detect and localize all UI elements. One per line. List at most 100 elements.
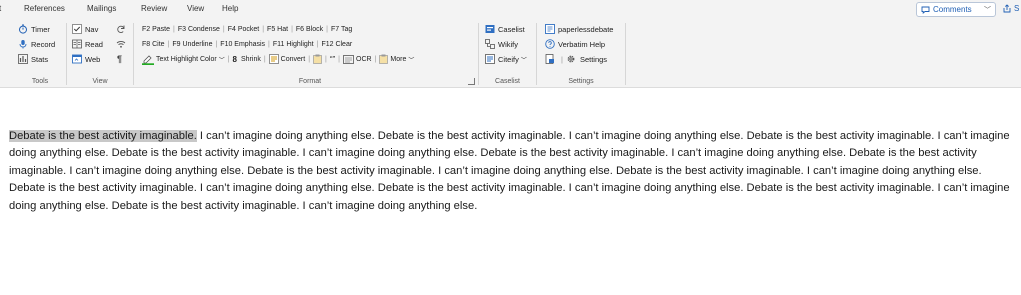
format-shortcuts-row-1: F2 Paste | F3 Condense | F4 Pocket | F5 Hat… (142, 25, 353, 33)
paste-button[interactable]: F2 Paste (142, 26, 170, 33)
timer-label: Timer (31, 24, 50, 34)
web-label: Web (85, 54, 101, 64)
read-icon (71, 39, 82, 50)
nav-button[interactable]: Nav (71, 23, 98, 35)
ocr-label: OCR (356, 55, 372, 63)
dialog-launcher-icon[interactable] (468, 78, 475, 85)
wifi-button[interactable] (115, 38, 129, 50)
wikify-label: Wikify (498, 39, 518, 49)
format-group: F2 Paste | F3 Condense | F4 Pocket | F5 Hat… (142, 20, 478, 88)
group-divider (625, 23, 626, 85)
verbatim-help-button[interactable]: Verbatim Help (544, 38, 605, 50)
stats-button[interactable]: Stats (17, 53, 48, 65)
tab-view[interactable]: View (187, 4, 204, 13)
timer-button[interactable]: Timer (17, 23, 50, 35)
read-label: Read (85, 39, 103, 49)
caselist-icon (484, 24, 495, 35)
settings-group-label: Settings (568, 78, 594, 85)
refresh-button[interactable] (115, 23, 129, 35)
web-button[interactable]: Web (71, 53, 100, 65)
group-divider (133, 23, 134, 85)
ocr-button[interactable]: OCR (343, 54, 372, 64)
wikify-button[interactable]: Wikify (484, 38, 518, 50)
settings-label: Settings (579, 54, 608, 64)
convert-button[interactable]: Convert (268, 54, 306, 64)
comments-button[interactable]: Comments ﹀ (916, 2, 996, 17)
checkbox-icon (71, 24, 82, 35)
format-group-label: Format (298, 78, 322, 85)
tools-group: Timer Record Stats Tools (14, 20, 66, 88)
pocket-button[interactable]: F4 Pocket (228, 26, 260, 33)
caselist-label: Caselist (498, 24, 525, 34)
verbatim-help-label: Verbatim Help (558, 39, 606, 49)
convert-label: Convert (280, 55, 306, 63)
citeify-icon (484, 54, 495, 65)
more-button[interactable]: More ﹀ (379, 54, 414, 64)
shrink-key: 8 (232, 54, 237, 64)
paperlessdebate-button[interactable]: paperlessdebate (544, 23, 613, 35)
tab-review[interactable]: Review (141, 4, 167, 13)
highlighted-text: Debate is the best activity imaginable. (9, 130, 197, 142)
paperlessdebate-icon (544, 24, 555, 35)
tag-button[interactable]: F7 Tag (331, 26, 352, 33)
condense-button[interactable]: F3 Condense (178, 26, 220, 33)
view-group: Nav Read Web ¶ View (67, 20, 133, 88)
settings-button[interactable]: | Settings (544, 53, 607, 65)
chevron-down-icon: ﹀ (520, 57, 527, 64)
cite-button[interactable]: F8 Cite (142, 41, 165, 48)
read-button[interactable]: Read (71, 38, 103, 50)
citeify-button[interactable]: Citeify ﹀ (484, 53, 527, 65)
settings-divider: | (561, 54, 563, 64)
tab-mailings[interactable]: Mailings (87, 4, 116, 13)
chevron-down-icon[interactable]: ﹀ (984, 5, 991, 15)
quote-button[interactable]: “” (330, 55, 335, 64)
clipboard-icon (379, 54, 389, 64)
clear-button[interactable]: F12 Clear (321, 41, 352, 48)
paste-special-icon[interactable] (313, 54, 322, 64)
highlight-button[interactable]: F11 Highlight (273, 41, 314, 48)
settings-group: paperlessdebate Verbatim Help | Settings… (537, 20, 625, 88)
stopwatch-icon (17, 24, 28, 35)
hat-button[interactable]: F5 Hat (267, 26, 288, 33)
chevron-down-icon: ﹀ (408, 57, 415, 64)
tools-group-label: Tools (31, 78, 49, 85)
tab-help[interactable]: Help (222, 4, 238, 13)
share-button[interactable]: S (1003, 4, 1019, 13)
text-highlight-color-button[interactable]: Text Highlight Color ﹀ (142, 54, 225, 65)
shrink-button[interactable]: 8 Shrink (233, 55, 261, 64)
text-highlight-color-label: Text Highlight Color (156, 55, 217, 63)
wifi-icon (115, 39, 126, 50)
more-label: More (390, 55, 407, 63)
share-label: S (1014, 4, 1020, 13)
body-text: I can’t imagine doing anything else. Deb… (9, 130, 1010, 212)
web-icon (71, 54, 82, 65)
record-button[interactable]: Record (17, 38, 55, 50)
emphasis-button[interactable]: F10 Emphasis (220, 41, 265, 48)
tab-references[interactable]: References (24, 4, 65, 13)
tab-insert[interactable]: t (0, 4, 1, 13)
pilcrow-icon[interactable]: ¶ (117, 53, 122, 65)
document-body[interactable]: Debate is the best activity imaginable. … (9, 128, 1017, 215)
record-label: Record (31, 39, 56, 49)
underline-button[interactable]: F9 Underline (172, 41, 212, 48)
block-button[interactable]: F6 Block (296, 26, 323, 33)
ribbon-tab-bar: t References Mailings Review View Help C… (0, 0, 1021, 20)
comment-icon (921, 6, 930, 14)
citeify-label: Citeify (498, 54, 519, 64)
wikify-icon (484, 39, 495, 50)
nav-label: Nav (85, 24, 99, 34)
refresh-icon (115, 24, 126, 35)
stats-icon (17, 54, 28, 65)
ocr-icon (343, 54, 354, 64)
highlighter-pen-icon (142, 54, 154, 65)
ribbon: Timer Record Stats Tools Nav Read Web ¶ … (0, 20, 1021, 88)
help-icon (544, 39, 555, 50)
document-settings-icon (544, 54, 555, 65)
caselist-button[interactable]: Caselist (484, 23, 525, 35)
stats-label: Stats (31, 54, 49, 64)
microphone-icon (17, 39, 28, 50)
gear-icon (566, 54, 577, 65)
format-shortcuts-row-2: F8 Cite | F9 Underline | F10 Emphasis | F11… (142, 40, 353, 48)
chevron-down-icon: ﹀ (218, 57, 225, 64)
view-group-label: View (92, 78, 108, 85)
